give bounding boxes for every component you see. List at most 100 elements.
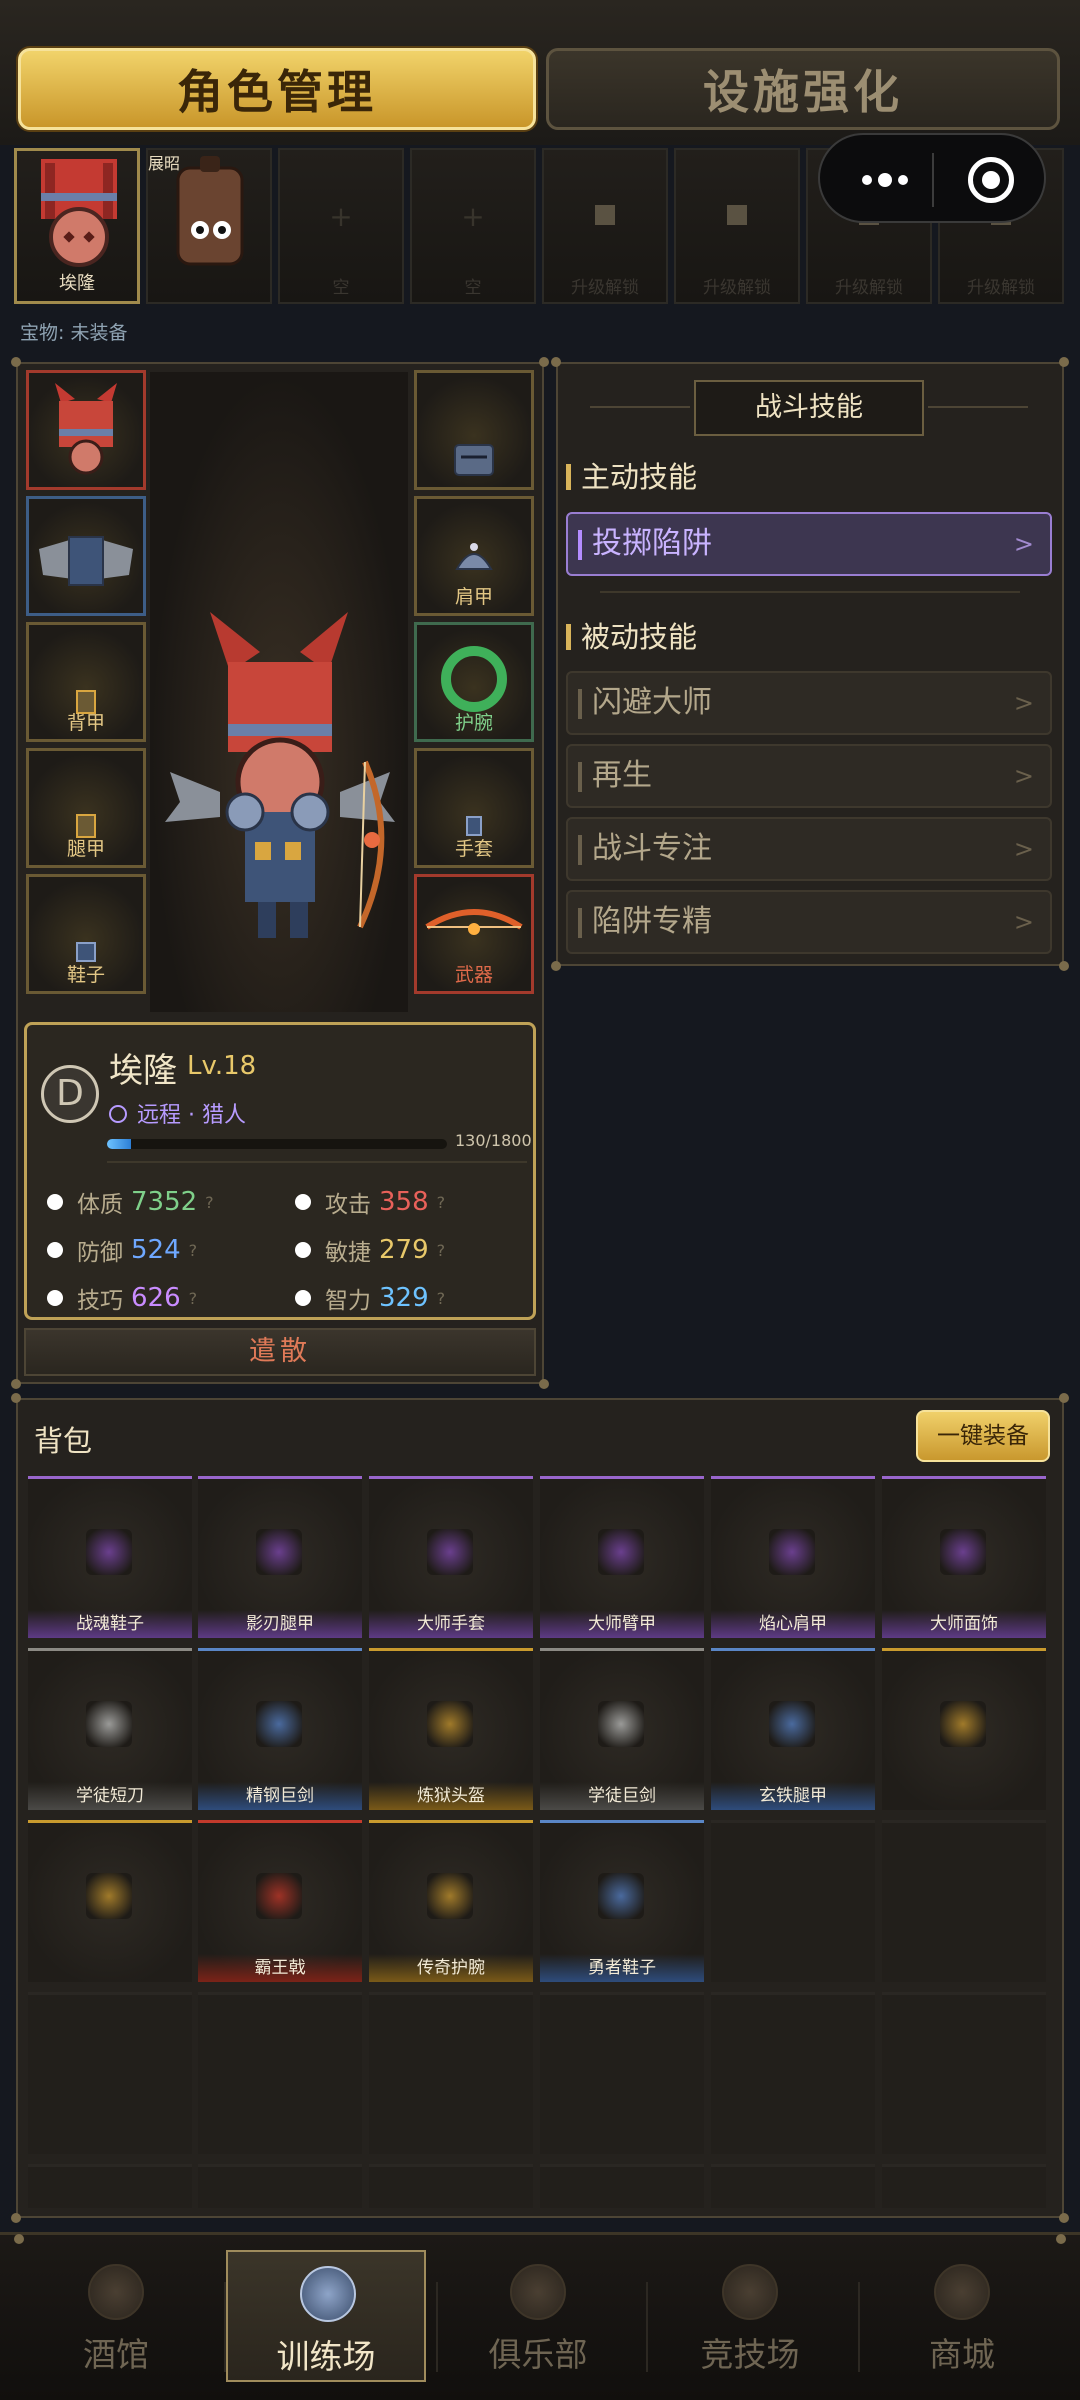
equip-slot-back-armor[interactable]: 背甲 (26, 622, 146, 742)
tab-facility-upgrade[interactable]: 设施强化 (546, 48, 1060, 130)
capsule-divider (932, 153, 934, 207)
character-class: 远程 · 猎人 (109, 1097, 246, 1129)
equip-slot-helmet[interactable] (26, 370, 146, 490)
chevron-right-icon: > (1013, 908, 1034, 936)
hero-zhanzhao-portrait-icon (176, 156, 244, 266)
backpack-item[interactable]: 霸王戟 (198, 1820, 362, 1982)
skill-combat-focus[interactable]: 战斗专注 > (566, 817, 1052, 881)
equip-slot-gloves[interactable]: 手套 (414, 748, 534, 868)
backpack-item[interactable]: 传奇护腕 (369, 1820, 533, 1982)
backpack-item[interactable]: 焰心肩甲 (711, 1476, 875, 1638)
character-level: Lv.18 (187, 1051, 257, 1081)
backpack-empty-slot[interactable] (369, 2164, 533, 2208)
backpack-empty-slot[interactable] (711, 1820, 875, 1982)
equip-slot-back[interactable] (26, 496, 146, 616)
skill-throw-trap[interactable]: 投掷陷阱 > (566, 512, 1052, 576)
backpack-item[interactable]: 学徒短刀 (28, 1648, 192, 1810)
backpack-empty-slot[interactable] (369, 1992, 533, 2154)
nav-club[interactable]: 俱乐部 (438, 2250, 638, 2382)
help-icon[interactable]: ? (205, 1193, 214, 1212)
help-icon[interactable]: ? (189, 1289, 198, 1308)
backpack-empty-slot[interactable] (28, 1992, 192, 2154)
backpack-item[interactable]: 大师面饰 (882, 1476, 1046, 1638)
backpack-item[interactable]: 战魂鞋子 (28, 1476, 192, 1638)
equip-slot-face[interactable] (414, 370, 534, 490)
xp-bar-fill (107, 1139, 132, 1149)
item-name: 学徒短刀 (28, 1782, 192, 1810)
stat-skill: 技巧 626 ? (47, 1281, 197, 1315)
passive-skills-header: 被动技能 (566, 614, 697, 656)
backpack-empty-slot[interactable] (198, 1992, 362, 2154)
more-icon[interactable] (850, 165, 920, 195)
club-icon (510, 2264, 566, 2320)
backpack-item[interactable]: 大师手套 (369, 1476, 533, 1638)
nav-label: 训练场 (276, 2337, 376, 2376)
treasure-status: 宝物: 未装备 (20, 322, 128, 344)
close-miniprogram-icon[interactable] (968, 157, 1014, 203)
stat-bullet-icon (47, 1290, 63, 1306)
backpack-item[interactable]: 勇者鞋子 (540, 1820, 704, 1982)
backpack-item[interactable] (28, 1820, 192, 1982)
backpack-empty-slot[interactable] (540, 1992, 704, 2154)
panel-corner (539, 1379, 549, 1389)
help-icon[interactable]: ? (189, 1241, 198, 1260)
backpack-title: 背包 (34, 1424, 93, 1458)
backpack-item[interactable]: 学徒巨剑 (540, 1648, 704, 1810)
backpack-empty-slot[interactable] (711, 1992, 875, 2154)
stat-label: 敏捷 (325, 1240, 371, 1266)
equip-slot-shoes[interactable]: 鞋子 (26, 874, 146, 994)
equip-slot-shoulder[interactable]: 肩甲 (414, 496, 534, 616)
hero-name: 埃隆 (59, 273, 95, 294)
nav-label: 俱乐部 (488, 2335, 588, 2374)
equip-all-button[interactable]: 一键装备 (916, 1410, 1050, 1462)
miniprogram-capsule (818, 133, 1046, 223)
backpack-empty-slot[interactable] (540, 2164, 704, 2208)
tab-character-management[interactable]: 角色管理 (18, 48, 536, 130)
backpack-empty-slot[interactable] (28, 2164, 192, 2208)
nav-divider (858, 2282, 860, 2372)
hero-slot-zhanzhao[interactable]: 展昭 (146, 148, 272, 304)
backpack-item[interactable]: 炼狱头盔 (369, 1648, 533, 1810)
backpack-item[interactable]: 玄铁腿甲 (711, 1648, 875, 1810)
nav-training-ground[interactable]: 训练场 (226, 2250, 426, 2382)
help-icon[interactable]: ? (437, 1289, 446, 1308)
backpack-empty-slot[interactable] (711, 2164, 875, 2208)
skill-dodge-master[interactable]: 闪避大师 > (566, 671, 1052, 735)
backpack-empty-slot[interactable] (882, 2164, 1046, 2208)
backpack-item[interactable]: 影刃腿甲 (198, 1476, 362, 1638)
backpack-empty-slot[interactable] (882, 1820, 1046, 1982)
nav-arena[interactable]: 竞技场 (650, 2250, 850, 2382)
nav-tavern[interactable]: 酒馆 (16, 2250, 216, 2382)
stat-value: 329 (379, 1283, 429, 1313)
stat-value: 358 (379, 1187, 429, 1217)
hero-slot-empty[interactable]: + 空 (410, 148, 536, 304)
panel-corner (11, 1393, 21, 1403)
stat-bullet-icon (295, 1290, 311, 1306)
slot-label: 空 (464, 278, 482, 298)
backpack-item[interactable]: 大师臂甲 (540, 1476, 704, 1638)
dismiss-button[interactable]: 遣散 (24, 1328, 536, 1376)
equip-slot-weapon[interactable]: 武器 (414, 874, 534, 994)
item-name: 战魂鞋子 (28, 1610, 192, 1638)
nav-shop[interactable]: 商城 (862, 2250, 1062, 2382)
hero-slot-elon[interactable]: 埃隆 (14, 148, 140, 304)
item-icon (940, 1701, 986, 1747)
skill-regeneration[interactable]: 再生 > (566, 744, 1052, 808)
equip-slot-bracer[interactable]: 护腕 (414, 622, 534, 742)
skill-name: 投掷陷阱 (592, 526, 712, 561)
panel-corner (11, 1379, 21, 1389)
backpack-item[interactable] (882, 1648, 1046, 1810)
equip-slot-leg-armor[interactable]: 腿甲 (26, 748, 146, 868)
hero-slot-locked[interactable]: 升级解锁 (542, 148, 668, 304)
backpack-empty-slot[interactable] (198, 2164, 362, 2208)
backpack-empty-slot[interactable] (882, 1992, 1046, 2154)
hero-slot-empty[interactable]: + 空 (278, 148, 404, 304)
help-icon[interactable]: ? (437, 1241, 446, 1260)
backpack-item[interactable]: 精钢巨剑 (198, 1648, 362, 1810)
xp-text: 130/1800 (455, 1131, 532, 1150)
arena-icon (722, 2264, 778, 2320)
skill-trap-mastery[interactable]: 陷阱专精 > (566, 890, 1052, 954)
hero-slot-locked[interactable]: 升级解锁 (674, 148, 800, 304)
item-icon (598, 1701, 644, 1747)
help-icon[interactable]: ? (437, 1193, 446, 1212)
